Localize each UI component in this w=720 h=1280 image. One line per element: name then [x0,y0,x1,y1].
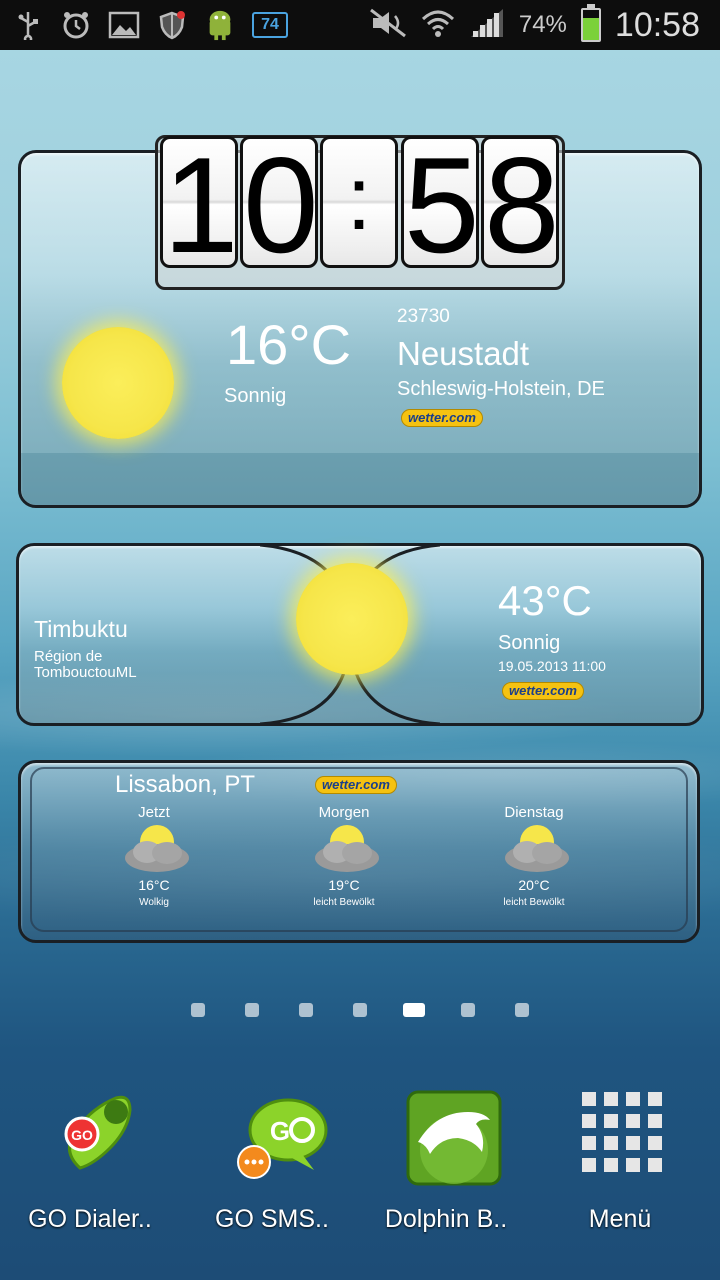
main-condition: Sonnig [224,385,287,407]
clock-digit-minute-tens: 5 [401,136,479,268]
battery-icon [580,4,601,42]
forecast-temp: 20°C [518,877,550,893]
clock-digit-hour-tens: 1 [160,136,238,268]
forecast-temp: 19°C [328,877,360,893]
lisbon-city: Lissabon, PT [115,771,256,798]
forecast-desc: leicht Bewölkt [503,897,565,908]
app-menu-grid-icon [582,1092,662,1172]
clock-separator: : [320,136,398,268]
page-dot[interactable] [191,1003,205,1017]
forecast-desc: Wolkig [139,897,169,908]
wetter-com-logo[interactable]: wetter.com [502,682,584,700]
sun-icon-timbuktu [296,563,408,675]
page-indicator[interactable] [0,1001,720,1019]
sun-cloud-icon [125,825,189,872]
timbuktu-temperature: 43°C [498,577,592,624]
go-sms-icon: G [237,1098,328,1179]
dock-label: Dolphin B.. [384,1205,508,1233]
svg-text:G: G [270,1116,290,1146]
android-icon [204,9,236,41]
wetter-com-logo[interactable]: wetter.com [401,409,483,427]
clock-digit-hour-ones: 0 [240,136,318,268]
battery-percent: 74% [518,11,567,38]
svg-text:GO: GO [71,1127,93,1143]
usb-icon [12,9,44,41]
page-dot[interactable] [245,1003,259,1017]
timbuktu-datetime: 19.05.2013 11:00 [498,658,606,674]
status-bar[interactable]: 74 74% 10:58 [0,0,720,50]
page-dot[interactable] [515,1003,529,1017]
page-dot[interactable] [461,1003,475,1017]
page-dot[interactable] [299,1003,313,1017]
forecast-day-label: Morgen [318,804,370,821]
wifi-icon [421,7,455,44]
sun-icon [62,327,174,439]
clock-digit-minute-ones: 8 [481,136,559,268]
dolphin-browser-icon [406,1090,502,1186]
timbuktu-region-1: Région de [34,648,103,665]
alarm-icon [60,9,92,41]
wetter-com-logo[interactable]: wetter.com [315,776,397,794]
widget-lower-band [21,453,699,505]
sun-cloud-icon [505,825,569,872]
postal-code: 23730 [397,306,450,327]
forecast-desc: leicht Bewölkt [313,897,375,908]
gallery-icon [108,9,140,41]
forecast-day-label: Dienstag [504,804,564,821]
city-name: Neustadt [397,335,530,372]
main-temperature: 16°C [226,313,352,376]
status-time: 10:58 [614,5,700,44]
signal-icon [469,7,505,44]
sun-cloud-icon [315,825,379,872]
forecast-day-label: Jetzt [138,804,170,821]
shield-icon [156,9,188,41]
badge-icon: 74 [252,12,288,38]
timbuktu-condition: Sonnig [498,632,561,654]
mute-icon [369,8,407,43]
timbuktu-region-2: TombouctouML [34,664,137,681]
timbuktu-city: Timbuktu [34,616,128,642]
dock-label: GO Dialer.. [28,1205,152,1233]
forecast-temp: 16°C [138,877,170,893]
dock-label: Menü [588,1205,652,1233]
region-name: Schleswig-Holstein, DE [397,378,605,400]
page-dot-active[interactable] [403,1003,425,1017]
dock-label: GO SMS.. [215,1205,329,1233]
page-dot[interactable] [353,1003,367,1017]
go-dialer-icon: GO [64,1095,132,1170]
